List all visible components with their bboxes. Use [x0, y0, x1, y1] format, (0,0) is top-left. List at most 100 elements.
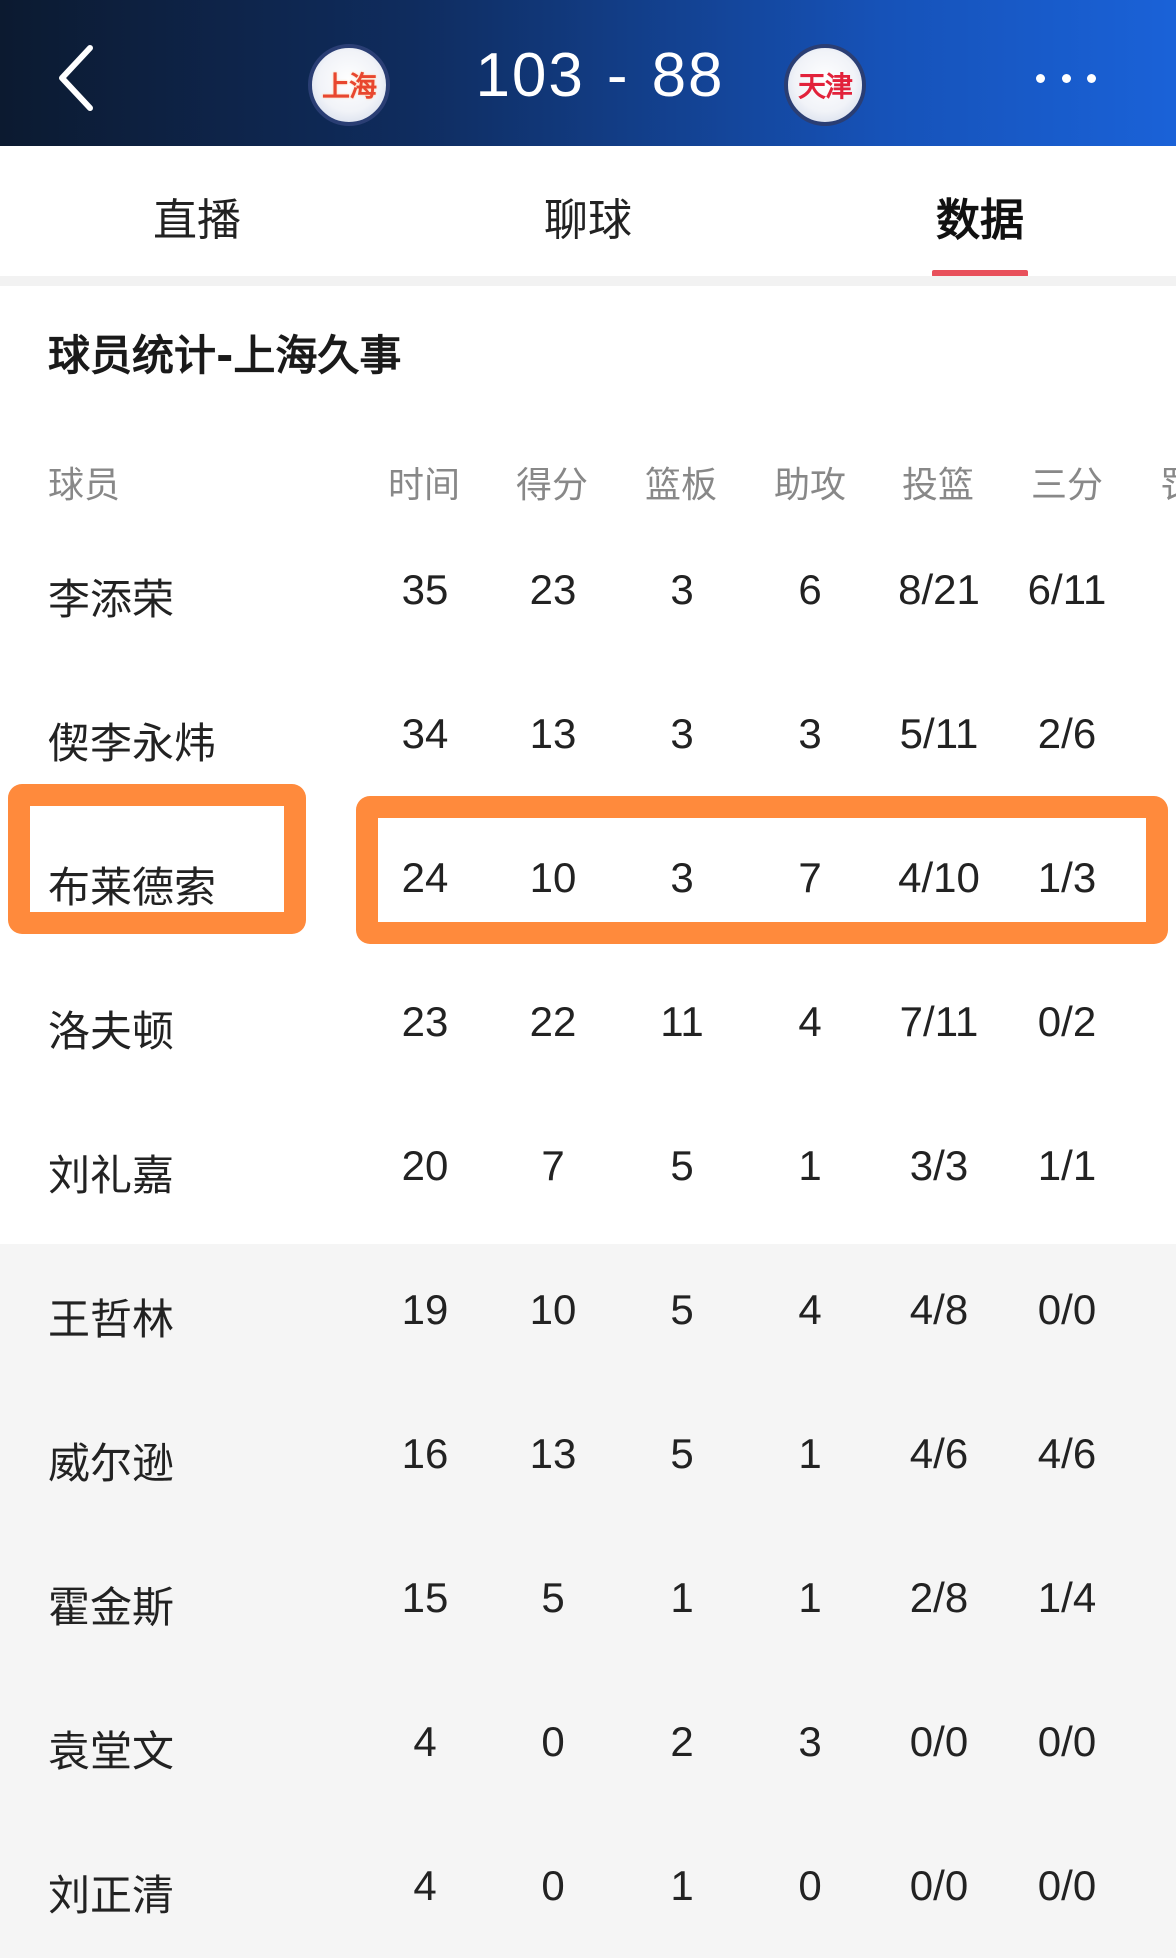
stat-cell: 6/11	[1027, 566, 1107, 613]
home-team-name: 上海	[321, 70, 377, 103]
col-header-ft: 罚	[1160, 456, 1176, 508]
stat-cell: 16	[401, 1430, 449, 1477]
stat-cell: 5	[541, 1574, 565, 1621]
away-score: 88	[651, 41, 725, 110]
stat-cell: 2/8	[909, 1574, 969, 1621]
stat-cell: 5/11	[899, 710, 979, 757]
stat-cell: 22	[529, 998, 577, 1045]
col-header-player: 球员	[48, 465, 121, 506]
stat-cell: 1	[670, 1862, 694, 1909]
stat-cell: 0/0	[909, 1862, 969, 1909]
stat-cell: 7/11	[899, 998, 979, 1045]
stat-cell: 0/0	[1037, 1286, 1097, 1333]
tab-chat[interactable]: 聊球	[518, 184, 658, 248]
stat-cell: 0	[1136, 1718, 1176, 1766]
stat-cell: 0	[798, 1862, 822, 1909]
player-name[interactable]: 李添荣	[48, 566, 174, 627]
stat-cell: 19	[401, 1286, 449, 1333]
stat-cell: 23	[401, 998, 449, 1045]
player-name[interactable]: 霍金斯	[48, 1574, 174, 1635]
tab-bar: 直播 聊球 数据	[0, 146, 1176, 277]
stat-cell: 1	[1136, 710, 1176, 758]
stat-cell: 4/8	[909, 1286, 969, 1333]
stat-cell: 3	[670, 710, 694, 757]
stat-cell: 2	[670, 1718, 694, 1765]
stat-cell: 1	[798, 1574, 822, 1621]
stat-cell: 1	[798, 1142, 822, 1189]
highlight-box-player-name	[8, 784, 306, 934]
more-dot	[1036, 73, 1045, 83]
stat-cell: 5	[670, 1142, 694, 1189]
stat-cell: 23	[529, 566, 577, 613]
stat-cell: 1	[1136, 566, 1176, 614]
game-header: 上海 103-88 天津	[0, 0, 1176, 146]
stat-cell: 34	[401, 710, 449, 757]
stat-cell: 0	[1136, 1574, 1176, 1622]
stat-cell: 3/3	[909, 1142, 969, 1189]
stat-cell: 4	[413, 1718, 437, 1765]
divider	[0, 276, 1176, 286]
stat-cell: 0/0	[1037, 1718, 1097, 1765]
stat-cell: 15	[401, 1574, 449, 1621]
stat-cell: 2	[1136, 1286, 1176, 1334]
stat-cell: 0	[1136, 1142, 1176, 1190]
stat-cell: 0	[541, 1718, 565, 1765]
stat-cell: 11	[660, 998, 704, 1045]
player-name[interactable]: 偰李永炜	[48, 710, 216, 771]
stat-cell: 3	[670, 566, 694, 613]
col-header-assists: 助攻	[774, 465, 847, 506]
stat-cell: 1/1	[1037, 1142, 1097, 1189]
more-dot	[1061, 73, 1071, 83]
stat-cell: 4	[798, 998, 822, 1045]
player-name[interactable]: 洛夫顿	[48, 998, 174, 1059]
stat-cell: 13	[529, 1430, 577, 1477]
stat-cell: 0	[541, 1862, 565, 1909]
stat-cell: 5	[670, 1286, 694, 1333]
stat-cell: 0	[1136, 1862, 1176, 1910]
stat-cell: 10	[529, 1286, 577, 1333]
home-score: 103	[475, 41, 585, 110]
stat-cell: 8	[1136, 998, 1176, 1046]
stat-cell: 5	[670, 1430, 694, 1477]
tab-live[interactable]: 直播	[127, 184, 267, 248]
more-dot	[1087, 73, 1096, 83]
highlight-box-player-stats	[356, 796, 1168, 944]
player-name[interactable]: 刘正清	[48, 1862, 174, 1923]
col-header-fg: 投篮	[902, 465, 975, 506]
stat-cell: 3	[798, 1718, 822, 1765]
col-header-rebounds: 篮板	[645, 465, 718, 506]
player-name[interactable]: 刘礼嘉	[48, 1142, 174, 1203]
stat-cell: 1	[1136, 1430, 1176, 1478]
stat-cell: 4	[798, 1286, 822, 1333]
col-header-3pt: 三分	[1031, 465, 1104, 506]
tab-data[interactable]: 数据	[910, 184, 1050, 248]
stat-cell: 1	[798, 1430, 822, 1477]
stat-cell: 0/0	[909, 1718, 969, 1765]
stat-cell: 20	[401, 1142, 449, 1189]
player-name[interactable]: 威尔逊	[48, 1430, 174, 1491]
stat-cell: 6	[798, 566, 822, 613]
stat-cell: 2/6	[1037, 710, 1097, 757]
away-team-name: 天津	[797, 70, 853, 103]
score-separator: -	[606, 41, 630, 110]
player-name[interactable]: 袁堂文	[48, 1718, 174, 1779]
stat-cell: 4/6	[1037, 1430, 1097, 1477]
stat-cell: 0/0	[1037, 1862, 1097, 1909]
back-icon[interactable]	[50, 38, 110, 118]
stat-cell: 0/2	[1037, 998, 1097, 1045]
away-team-logo[interactable]: 天津	[784, 44, 866, 126]
stat-cell: 4	[413, 1862, 437, 1909]
stat-cell: 8/21	[898, 566, 980, 613]
home-team-logo[interactable]: 上海	[308, 44, 390, 126]
stat-cell: 35	[401, 566, 449, 613]
stat-cell: 13	[529, 710, 577, 757]
stat-cell: 4/6	[909, 1430, 969, 1477]
more-options-icon[interactable]	[1036, 64, 1096, 92]
scoreboard: 103-88	[440, 40, 760, 111]
stat-cell: 3	[798, 710, 822, 757]
section-title: 球员统计-上海久事	[48, 331, 402, 380]
col-header-points: 得分	[516, 465, 589, 506]
stat-cell: 7	[541, 1142, 565, 1189]
col-header-minutes: 时间	[388, 465, 461, 506]
player-name[interactable]: 王哲林	[48, 1286, 174, 1347]
